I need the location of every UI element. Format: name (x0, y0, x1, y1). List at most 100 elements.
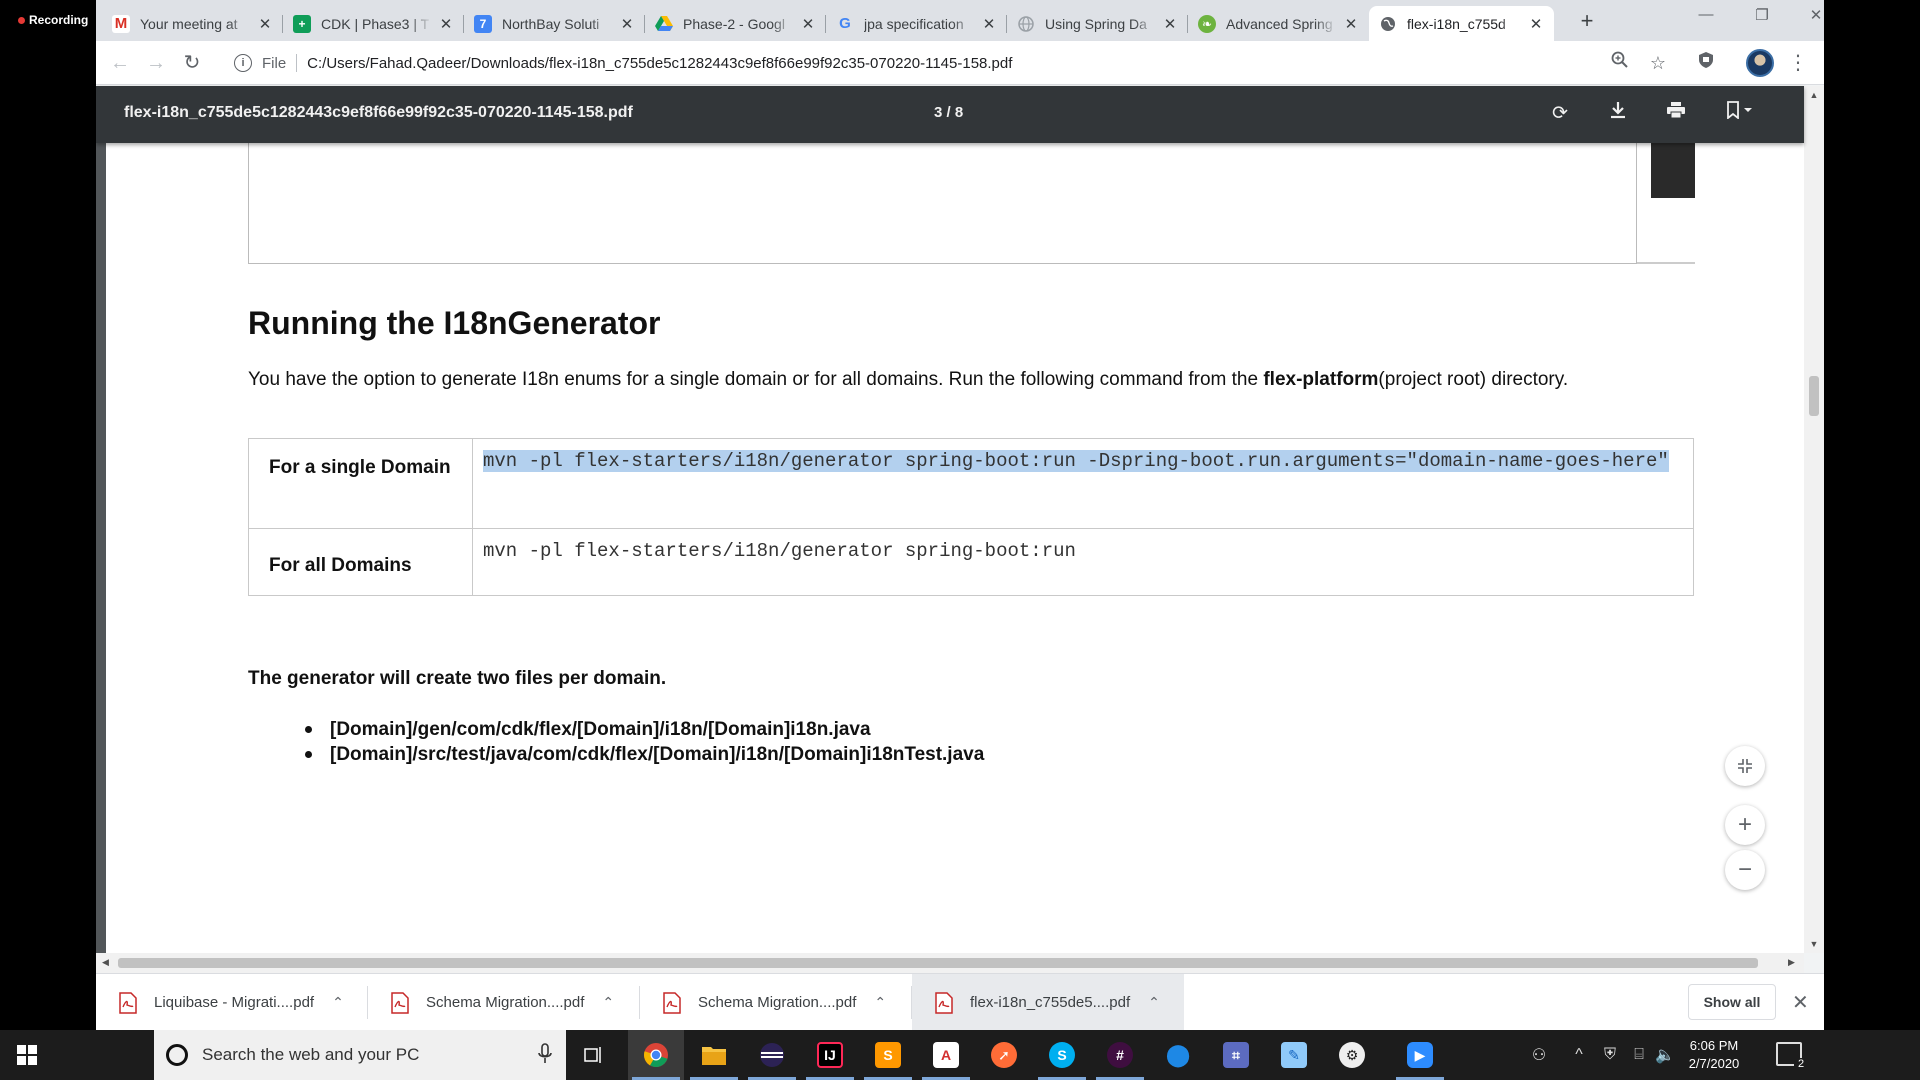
forward-button[interactable]: → (144, 51, 168, 75)
horizontal-scrollbar[interactable]: ◀ ▶ (96, 953, 1804, 973)
tab-title: CDK | Phase3 | T (321, 15, 430, 32)
download-item-active[interactable]: flex-i18n_c755de5....pdf ⌃ (912, 974, 1184, 1030)
close-icon[interactable]: ✕ (1162, 15, 1178, 33)
taskbar-postman[interactable]: ➚ (976, 1030, 1032, 1080)
people-icon[interactable]: ⚇ (1522, 1030, 1556, 1080)
menu-kebab-icon[interactable]: ⋮ (1786, 51, 1810, 75)
close-icon[interactable]: ✕ (257, 15, 273, 33)
taskbar-file-explorer[interactable] (686, 1030, 742, 1080)
minimize-button[interactable]: — (1686, 6, 1726, 28)
scrollbar-thumb[interactable] (118, 958, 1758, 968)
scroll-down-icon[interactable]: ▼ (1804, 939, 1824, 949)
chevron-up-icon[interactable]: ⌃ (1148, 994, 1160, 1011)
selected-command[interactable]: mvn -pl flex-starters/i18n/generator spr… (483, 450, 1669, 472)
tab-sheets[interactable]: + CDK | Phase3 | T ✕ (283, 6, 464, 41)
show-all-button[interactable]: Show all (1688, 984, 1776, 1020)
zoom-icon[interactable] (1608, 51, 1632, 75)
scroll-right-icon[interactable]: ▶ (1788, 957, 1795, 968)
new-tab-button[interactable]: + (1572, 7, 1602, 37)
taskbar-intellij[interactable]: IJ (802, 1030, 858, 1080)
tab-title: Your meeting at (140, 15, 238, 32)
tab-drive[interactable]: Phase-2 - Googl ✕ (645, 6, 826, 41)
clock[interactable]: 6:06 PM 2/7/2020 (1676, 1037, 1752, 1073)
bookmark-star-icon[interactable]: ☆ (1646, 51, 1670, 75)
tab-advanced-spring[interactable]: ❧ Advanced Spring ✕ (1188, 6, 1369, 41)
security-icon[interactable]: ⛨ (1596, 1030, 1624, 1080)
address-bar[interactable]: i File C:/Users/Fahad.Qadeer/Downloads/f… (234, 46, 1714, 80)
command-cell[interactable]: mvn -pl flex-starters/i18n/generator spr… (472, 438, 1694, 529)
folder-icon (702, 1047, 726, 1065)
url-text[interactable]: C:/Users/Fahad.Qadeer/Downloads/flex-i18… (307, 55, 1012, 72)
download-filename: Liquibase - Migrati....pdf (154, 994, 315, 1011)
start-button[interactable] (0, 1030, 54, 1080)
pdf-file-icon (390, 991, 410, 1014)
close-icon[interactable]: ✕ (1528, 15, 1544, 33)
generator-note: The generator will create two files per … (248, 668, 667, 689)
close-icon[interactable]: ✕ (800, 15, 816, 33)
taskbar-sublime[interactable]: S (860, 1030, 916, 1080)
restore-button[interactable]: ❐ (1742, 6, 1782, 28)
profile-avatar[interactable] (1746, 49, 1774, 77)
taskbar-maps[interactable]: ⬤ (1150, 1030, 1206, 1080)
close-icon[interactable]: ✕ (619, 15, 635, 33)
scrollbar-thumb[interactable] (1809, 376, 1819, 416)
chevron-up-icon[interactable]: ⌃ (332, 994, 344, 1011)
notes-icon: ✎ (1281, 1042, 1307, 1068)
bookmark-menu-icon[interactable] (1718, 100, 1762, 128)
close-window-button[interactable]: ✕ (1796, 6, 1824, 28)
command-cell[interactable]: mvn -pl flex-starters/i18n/generator spr… (472, 528, 1694, 596)
taskbar-slack[interactable]: # (1092, 1030, 1148, 1080)
extension-shield-icon[interactable] (1694, 51, 1718, 75)
notification-center-icon[interactable]: 2 (1776, 1042, 1808, 1070)
tab-gmail[interactable]: M Your meeting at ✕ (102, 6, 283, 41)
globe-icon (1379, 15, 1397, 33)
network-status-icon[interactable]: ⌸ (1626, 1030, 1652, 1080)
volume-icon[interactable]: 🔈 (1652, 1030, 1678, 1080)
info-icon[interactable]: i (234, 54, 252, 72)
tab-spring-data[interactable]: Using Spring Da ✕ (1007, 6, 1188, 41)
taskbar-zoom[interactable]: ▶ (1392, 1030, 1448, 1080)
download-item[interactable]: Liquibase - Migrati....pdf ⌃ (96, 974, 368, 1030)
chevron-up-icon[interactable]: ⌃ (602, 994, 614, 1011)
image-fragment (1651, 143, 1695, 198)
taskbar-notes[interactable]: ✎ (1266, 1030, 1322, 1080)
download-icon[interactable] (1604, 100, 1632, 128)
clock-date: 2/7/2020 (1688, 1056, 1740, 1071)
scroll-up-icon[interactable]: ▲ (1804, 90, 1824, 100)
fit-to-page-button[interactable] (1725, 746, 1765, 786)
back-button[interactable]: ← (108, 51, 132, 75)
download-item[interactable]: Schema Migration....pdf ⌃ (640, 974, 912, 1030)
chevron-up-icon[interactable]: ⌃ (874, 994, 886, 1011)
vertical-scrollbar[interactable]: ▲ ▼ (1804, 86, 1824, 953)
close-icon[interactable]: ✕ (1343, 15, 1359, 33)
taskbar-network-tool[interactable]: ⌗ (1208, 1030, 1264, 1080)
download-item[interactable]: Schema Migration....pdf ⌃ (368, 974, 640, 1030)
tab-google-search[interactable]: G jpa specification ✕ (826, 6, 1007, 41)
page-indicator: 3 / 8 (934, 104, 964, 121)
clock-time: 6:06 PM (1689, 1038, 1739, 1053)
rotate-icon[interactable]: ⟳ (1546, 100, 1574, 128)
taskbar-skype[interactable]: S (1034, 1030, 1090, 1080)
close-icon[interactable]: ✕ (438, 15, 454, 33)
task-view-button[interactable] (566, 1030, 622, 1080)
cortana-icon (166, 1044, 188, 1066)
zoom-video-icon: ▶ (1407, 1042, 1433, 1068)
taskbar-chrome[interactable] (628, 1030, 684, 1080)
pdf-file-icon (934, 991, 954, 1014)
url-divider (296, 54, 298, 72)
scroll-left-icon[interactable]: ◀ (102, 957, 109, 968)
tab-active-pdf[interactable]: flex-i18n_c755d ✕ (1369, 6, 1554, 41)
zoom-out-button[interactable]: − (1725, 850, 1765, 890)
close-icon[interactable]: ✕ (981, 15, 997, 33)
recording-dot-icon (18, 16, 25, 24)
taskbar-search[interactable]: Search the web and your PC (154, 1030, 566, 1080)
taskbar-acrobat[interactable]: A (918, 1030, 974, 1080)
reload-button[interactable]: ↻ (180, 51, 204, 75)
zoom-in-button[interactable]: + (1725, 805, 1765, 845)
taskbar-eclipse[interactable] (744, 1030, 800, 1080)
chevron-up-icon[interactable]: ^ (1566, 1030, 1592, 1080)
taskbar-game[interactable]: ⚙ (1324, 1030, 1380, 1080)
print-icon[interactable] (1662, 100, 1690, 128)
close-icon[interactable]: ✕ (1792, 990, 1809, 1015)
tab-calendar[interactable]: 7 NorthBay Soluti ✕ (464, 6, 645, 41)
